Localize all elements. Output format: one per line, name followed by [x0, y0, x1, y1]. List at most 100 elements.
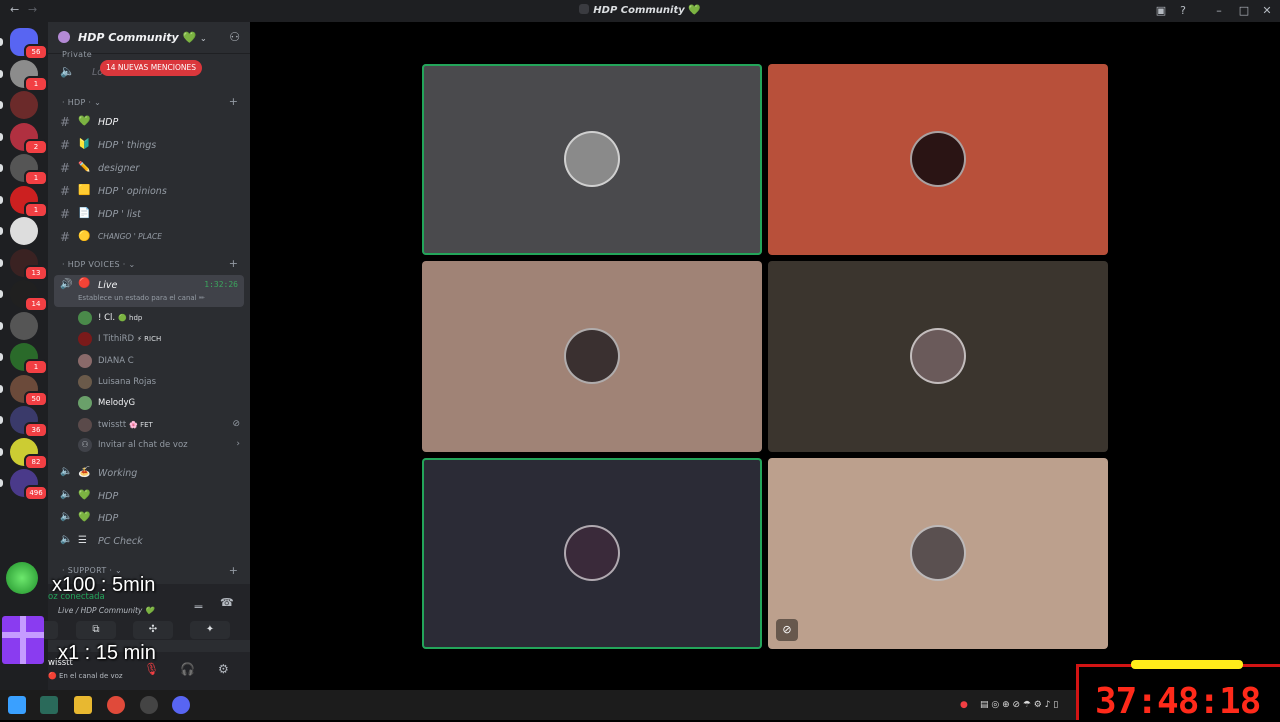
avatar: [78, 332, 92, 347]
server-icon[interactable]: [10, 217, 38, 245]
voice-member[interactable]: ! Cl. 🟢 hdp: [78, 309, 244, 327]
mention-badge: 496: [24, 485, 48, 501]
category-private[interactable]: Private: [62, 50, 92, 59]
mention-badge: 1: [24, 75, 48, 92]
mention-badge: 13: [24, 264, 48, 281]
participant-tile[interactable]: ⊘: [768, 458, 1108, 649]
channel-label: HDP ' opinions: [98, 186, 167, 197]
channel-label: PC Check: [98, 536, 143, 548]
unread-indicator: [0, 416, 3, 424]
channel-status[interactable]: Establece un estado para el canal ✏: [78, 294, 205, 302]
hash-icon: #: [60, 207, 71, 221]
channel-label: HDP ' list: [98, 209, 141, 220]
maximize-icon[interactable]: □: [1235, 3, 1253, 19]
add-support-channel-icon[interactable]: +: [229, 564, 238, 577]
voice-member[interactable]: MelodyG: [78, 394, 244, 412]
member-name: twisstt 🌸 FET: [98, 420, 153, 430]
participant-avatar: [910, 131, 966, 187]
voice-stage: ⊘: [250, 22, 1280, 690]
unread-indicator: [0, 132, 3, 141]
gift-box-icon: [2, 616, 44, 664]
voice-channel[interactable]: 🔈 💚 HDP: [54, 486, 244, 506]
text-channel[interactable]: # 💚 HDP: [54, 112, 244, 132]
mention-badge: 36: [24, 422, 48, 438]
channel-label: HDP ' things: [98, 140, 157, 151]
channel-emoji-icon: 🟨: [78, 185, 91, 196]
windows-start-icon[interactable]: [8, 696, 26, 714]
server-badge-icon: [58, 31, 70, 43]
invite-to-voice[interactable]: ⚇ Invitar al chat de voz ›: [78, 436, 244, 454]
help-icon[interactable]: ?: [1174, 3, 1192, 19]
voice-channel[interactable]: 🔈 ☰ PC Check: [54, 531, 244, 551]
participant-tile[interactable]: [422, 458, 762, 649]
member-name: DIANA C: [98, 356, 134, 366]
text-channel[interactable]: # 🟨 HDP ' opinions: [54, 181, 244, 201]
signal-icon[interactable]: 𝍡: [194, 596, 203, 615]
channel-emoji-icon: 📄: [78, 208, 91, 219]
participant-tile[interactable]: [422, 261, 762, 452]
mention-badge: 56: [24, 44, 48, 60]
category-voices[interactable]: · HDP VOICES · ⌄: [62, 260, 135, 269]
add-voice-channel-icon[interactable]: +: [229, 257, 238, 270]
voice-channel[interactable]: 🔈 💚 HDP: [54, 508, 244, 528]
add-member-icon[interactable]: ⚇: [229, 30, 240, 44]
voice-location[interactable]: Live / HDP Community 💚: [58, 606, 154, 615]
participant-tile[interactable]: [768, 261, 1108, 452]
participant-tile[interactable]: [768, 64, 1108, 255]
speaker-icon: 🔈: [60, 488, 73, 500]
unread-indicator: [0, 258, 3, 267]
tray-icons[interactable]: ▤ ◎ ⊕ ⊘ ☂ ⚙ ♪ ▯: [980, 700, 1058, 710]
obs-icon[interactable]: [140, 696, 158, 714]
voice-channel[interactable]: 🔈 🍝 Working: [54, 463, 244, 483]
participant-tile[interactable]: [422, 64, 762, 255]
window-title: HDP Community 💚: [0, 4, 1280, 16]
text-channel[interactable]: # 🔰 HDP ' things: [54, 135, 244, 155]
headphones-icon[interactable]: 🎧: [180, 662, 195, 676]
channel-label: HDP: [98, 490, 119, 502]
text-channel[interactable]: # 🟡 CHANGO ' PLACE: [54, 227, 244, 247]
voice-member[interactable]: DIANA C: [78, 352, 244, 370]
settings-gear-icon[interactable]: ⚙: [218, 662, 229, 676]
voice-channel-live[interactable]: 🔊 🔴 Live 1:32:26 Establece un estado par…: [54, 275, 244, 307]
channel-emoji-icon: ✏️: [78, 162, 91, 173]
new-mentions-pill[interactable]: 14 NUEVAS MENCIONES: [100, 60, 202, 76]
hash-icon: #: [60, 138, 71, 152]
text-channel[interactable]: # 📄 HDP ' list: [54, 204, 244, 224]
discord-icon[interactable]: [172, 696, 190, 714]
voice-member[interactable]: twisstt 🌸 FET ⊘: [78, 416, 244, 434]
server-icon[interactable]: [10, 91, 38, 119]
voice-duration: 1:32:26: [204, 280, 238, 289]
hash-icon: #: [60, 184, 71, 198]
minimize-icon[interactable]: –: [1210, 3, 1228, 19]
overlay-line-1: x100 : 5min: [52, 574, 156, 596]
server-icon[interactable]: [10, 311, 38, 340]
mic-tray-icon[interactable]: ●: [960, 700, 968, 710]
unread-indicator: [0, 384, 3, 393]
activities-icon[interactable]: ✣: [133, 621, 173, 639]
server-name: HDP Community 💚 ⌄: [78, 31, 207, 44]
close-icon[interactable]: ✕: [1258, 3, 1276, 19]
inbox-icon[interactable]: ▣: [1152, 3, 1170, 19]
gift-ribbon: [2, 632, 44, 638]
voice-member[interactable]: Luisana Rojas: [78, 373, 244, 391]
terminal-icon[interactable]: [40, 696, 58, 714]
avatar: [78, 417, 92, 432]
participant-avatar: [910, 328, 966, 384]
screen-share-icon[interactable]: ⧉: [76, 621, 116, 639]
mention-badge: 14: [24, 296, 48, 312]
soundboard-icon[interactable]: ✦: [190, 621, 230, 639]
member-name-text: I TithiRD: [98, 334, 135, 345]
channel-emoji-icon: 💚: [78, 512, 91, 524]
disconnect-icon[interactable]: ☎: [220, 596, 234, 609]
unread-indicator: [0, 447, 3, 456]
category-hdp[interactable]: · HDP · ⌄: [62, 98, 101, 107]
file-explorer-icon[interactable]: [74, 696, 92, 714]
text-channel[interactable]: # ✏️ designer: [54, 158, 244, 178]
add-channel-icon[interactable]: +: [229, 95, 238, 108]
mention-badge: 1: [24, 170, 48, 186]
unread-indicator: [0, 479, 3, 487]
unread-indicator: [0, 195, 3, 204]
chrome-icon[interactable]: [107, 696, 125, 714]
add-user-icon: ⚇: [78, 438, 92, 452]
voice-member[interactable]: I TithiRD ⚡ RICH: [78, 330, 244, 348]
